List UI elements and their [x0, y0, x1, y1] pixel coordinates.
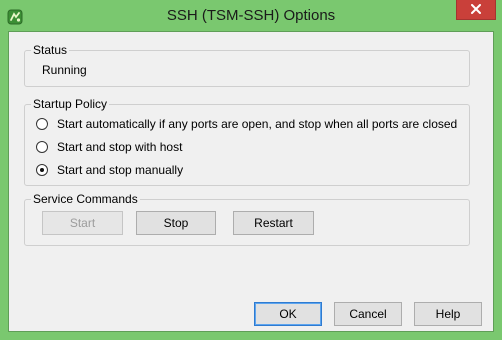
radio-label-with-host: Start and stop with host	[57, 140, 183, 154]
start-button[interactable]: Start	[42, 211, 123, 235]
help-button[interactable]: Help	[414, 302, 482, 326]
window-title: SSH (TSM-SSH) Options	[166, 7, 336, 24]
radio-start-with-host[interactable]: Start and stop with host	[36, 139, 182, 155]
radio-button-auto[interactable]	[36, 118, 48, 130]
close-icon	[471, 1, 481, 19]
radio-start-automatically[interactable]: Start automatically if any ports are ope…	[36, 116, 457, 132]
stop-button[interactable]: Stop	[136, 211, 216, 235]
close-button[interactable]	[456, 0, 496, 20]
radio-start-manually[interactable]: Start and stop manually	[36, 162, 183, 178]
status-value: Running	[42, 63, 87, 77]
cancel-button[interactable]: Cancel	[334, 302, 402, 326]
dialog-window: SSH (TSM-SSH) Options Status Running Sta…	[0, 0, 502, 340]
startup-policy-group: Startup Policy Start automatically if an…	[24, 97, 470, 186]
restart-button[interactable]: Restart	[233, 211, 314, 235]
status-group: Status Running	[24, 43, 470, 87]
radio-label-manually: Start and stop manually	[57, 163, 184, 177]
radio-button-with-host[interactable]	[36, 141, 48, 153]
status-group-label: Status	[31, 43, 70, 57]
dialog-body: Status Running Startup Policy Start auto…	[8, 31, 494, 332]
service-commands-group-label: Service Commands	[31, 192, 140, 206]
startup-policy-group-label: Startup Policy	[31, 97, 110, 111]
service-commands-group: Service Commands Start Stop Restart	[24, 192, 470, 246]
radio-label-auto: Start automatically if any ports are ope…	[57, 117, 458, 131]
title-bar[interactable]: SSH (TSM-SSH) Options	[0, 0, 502, 34]
ok-button[interactable]: OK	[254, 302, 322, 326]
radio-button-manually[interactable]	[36, 164, 48, 176]
